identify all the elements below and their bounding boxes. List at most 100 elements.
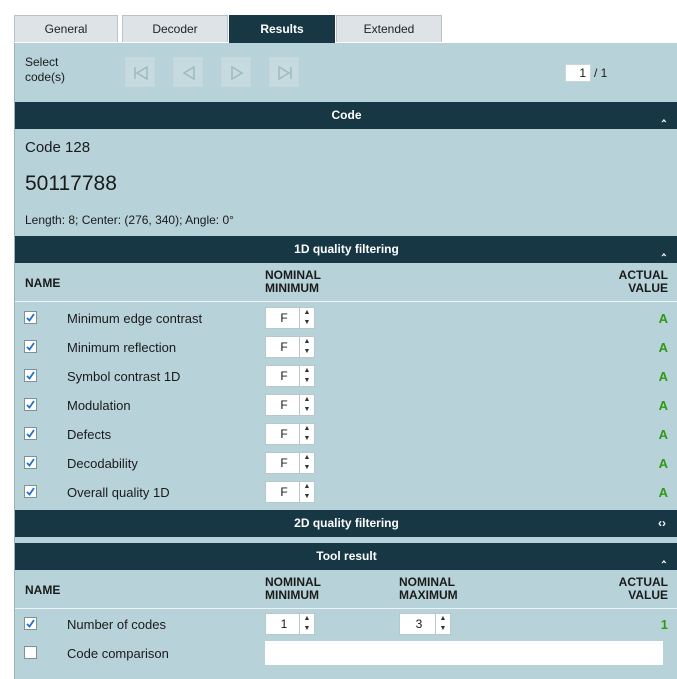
checkbox[interactable] bbox=[24, 617, 37, 630]
header-divider bbox=[15, 608, 677, 609]
checkbox[interactable] bbox=[24, 369, 37, 382]
chevron-up-double-icon[interactable]: ‸ bbox=[662, 236, 666, 263]
actual-value: 1 bbox=[660, 617, 668, 632]
nominal-spinner[interactable]: F ▲ ▼ bbox=[265, 394, 315, 416]
spinner-arrows-icon[interactable]: ▲ ▼ bbox=[299, 453, 314, 473]
next-icon bbox=[231, 65, 244, 81]
checkmark-icon bbox=[26, 619, 35, 628]
actual-value: A bbox=[658, 456, 668, 471]
spinner-value: F bbox=[280, 427, 288, 441]
1d-filter-section-header[interactable]: 1D quality filtering ‸ bbox=[15, 236, 677, 263]
column-actual-value: ACTUAL VALUE bbox=[618, 268, 668, 295]
nominal-spinner[interactable]: F ▲ ▼ bbox=[265, 365, 315, 387]
checkbox[interactable] bbox=[24, 646, 37, 659]
spinner-arrows-icon[interactable]: ▲ ▼ bbox=[299, 366, 314, 386]
column-nominal-maximum: NOMINAL MAXIMUM bbox=[399, 575, 458, 602]
row-name: Decodability bbox=[67, 456, 138, 471]
nominal-spinner[interactable]: F ▲ ▼ bbox=[265, 481, 315, 503]
first-code-button[interactable] bbox=[125, 57, 155, 87]
previous-code-button[interactable] bbox=[173, 57, 203, 87]
maximum-spinner[interactable]: 3 ▲ ▼ bbox=[399, 613, 451, 635]
tool-row-code-comparison: Code comparison bbox=[15, 639, 677, 668]
checkmark-icon bbox=[26, 487, 35, 496]
row-name: Minimum edge contrast bbox=[67, 311, 203, 326]
spinner-arrows-icon[interactable]: ▲ ▼ bbox=[299, 482, 314, 502]
header-divider bbox=[15, 301, 677, 302]
nominal-spinner[interactable]: F ▲ ▼ bbox=[265, 336, 315, 358]
page-number-input[interactable]: 1 bbox=[565, 64, 591, 82]
skip-first-icon bbox=[134, 65, 148, 81]
2d-filter-title: 2D quality filtering bbox=[294, 516, 399, 530]
next-code-button[interactable] bbox=[221, 57, 251, 87]
nominal-spinner[interactable]: F ▲ ▼ bbox=[265, 307, 315, 329]
actual-value: A bbox=[658, 311, 668, 326]
tab-results[interactable]: Results bbox=[229, 15, 335, 43]
column-name: NAME bbox=[25, 276, 61, 290]
code-selector: Select code(s) 1 / 1 bbox=[15, 43, 677, 100]
spinner-value: F bbox=[280, 369, 288, 383]
last-code-button[interactable] bbox=[269, 57, 299, 87]
spinner-value: F bbox=[280, 456, 288, 470]
spinner-value: F bbox=[280, 485, 288, 499]
code-section-title: Code bbox=[331, 108, 362, 122]
nominal-spinner[interactable]: F ▲ ▼ bbox=[265, 452, 315, 474]
spinner-arrows-icon[interactable]: ▲ ▼ bbox=[435, 614, 450, 634]
row-name: Symbol contrast 1D bbox=[67, 369, 181, 384]
chevron-up-double-icon[interactable]: ‸ bbox=[662, 543, 666, 570]
checkbox[interactable] bbox=[24, 311, 37, 324]
spinner-arrows-icon[interactable]: ▲ ▼ bbox=[299, 614, 314, 634]
checkbox[interactable] bbox=[24, 340, 37, 353]
code-details: Length: 8; Center: (276, 340); Angle: 0° bbox=[25, 213, 234, 227]
select-codes-label: Select code(s) bbox=[25, 55, 66, 84]
spinner-value: 3 bbox=[415, 617, 423, 631]
checkbox[interactable] bbox=[24, 398, 37, 411]
checkmark-icon bbox=[26, 342, 35, 351]
tab-extended[interactable]: Extended bbox=[336, 15, 442, 42]
spinner-arrows-icon[interactable]: ▲ ▼ bbox=[299, 308, 314, 328]
checkmark-icon bbox=[26, 458, 35, 467]
spinner-arrows-icon[interactable]: ▲ ▼ bbox=[299, 337, 314, 357]
column-name: NAME bbox=[25, 583, 61, 597]
quality-row-overall-quality-1d: Overall quality 1D F ▲ ▼ A bbox=[15, 478, 677, 507]
prev-icon bbox=[182, 65, 195, 81]
quality-row-minimum-edge-contrast: Minimum edge contrast F ▲ ▼ A bbox=[15, 304, 677, 333]
tool-result-section-header[interactable]: Tool result ‸ bbox=[15, 543, 677, 570]
quality-row-minimum-reflection: Minimum reflection F ▲ ▼ A bbox=[15, 333, 677, 362]
checkbox[interactable] bbox=[24, 456, 37, 469]
code-comparison-field[interactable] bbox=[265, 641, 663, 665]
quality-row-modulation: Modulation F ▲ ▼ A bbox=[15, 391, 677, 420]
code-value: 50117788 bbox=[25, 172, 117, 195]
column-nominal-minimum: NOMINAL MINIMUM bbox=[265, 575, 321, 602]
checkmark-icon bbox=[26, 429, 35, 438]
tool-row-number-of-codes: Number of codes 1 ▲ ▼ 3 ▲ ▼ 1 bbox=[15, 610, 677, 639]
tab-decoder[interactable]: Decoder bbox=[122, 15, 228, 42]
chevron-up-double-icon[interactable]: ‸ bbox=[662, 102, 666, 129]
spinner-value: F bbox=[280, 311, 288, 325]
spinner-arrows-icon[interactable]: ▲ ▼ bbox=[299, 395, 314, 415]
skip-last-icon bbox=[278, 65, 292, 81]
minimum-spinner[interactable]: 1 ▲ ▼ bbox=[265, 613, 315, 635]
nominal-spinner[interactable]: F ▲ ▼ bbox=[265, 423, 315, 445]
row-name: Overall quality 1D bbox=[67, 485, 170, 500]
chevron-down-double-icon[interactable]: ‹› bbox=[658, 510, 666, 537]
tab-general[interactable]: General bbox=[14, 15, 118, 42]
column-actual-value: ACTUAL VALUE bbox=[618, 575, 668, 602]
actual-value: A bbox=[658, 485, 668, 500]
actual-value: A bbox=[658, 340, 668, 355]
quality-row-decodability: Decodability F ▲ ▼ A bbox=[15, 449, 677, 478]
checkmark-icon bbox=[26, 371, 35, 380]
row-name: Number of codes bbox=[67, 617, 166, 632]
code-section-header[interactable]: Code ‸ bbox=[15, 102, 677, 129]
row-name: Code comparison bbox=[67, 646, 169, 661]
quality-row-defects: Defects F ▲ ▼ A bbox=[15, 420, 677, 449]
page-total: / 1 bbox=[594, 66, 608, 80]
checkbox[interactable] bbox=[24, 485, 37, 498]
actual-value: A bbox=[658, 427, 668, 442]
spinner-arrows-icon[interactable]: ▲ ▼ bbox=[299, 424, 314, 444]
results-panel: Select code(s) 1 / 1 Code ‸ Code 128 501… bbox=[14, 43, 677, 679]
actual-value: A bbox=[658, 398, 668, 413]
checkbox[interactable] bbox=[24, 427, 37, 440]
spinner-value: 1 bbox=[280, 617, 288, 631]
2d-filter-section-header[interactable]: 2D quality filtering ‹› bbox=[15, 510, 677, 537]
quality-row-symbol-contrast-1d: Symbol contrast 1D F ▲ ▼ A bbox=[15, 362, 677, 391]
